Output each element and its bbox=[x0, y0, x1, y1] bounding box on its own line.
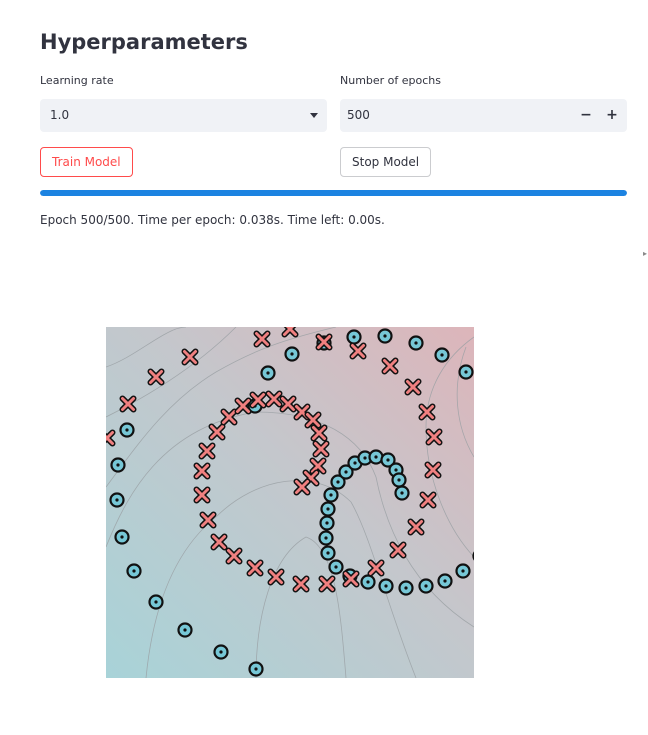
scatter-point-x bbox=[210, 533, 228, 551]
learning-rate-label: Learning rate bbox=[40, 74, 114, 87]
decision-boundary-plot bbox=[106, 327, 474, 678]
scatter-point-o bbox=[346, 329, 362, 345]
scatter-point-x bbox=[208, 423, 226, 441]
increment-button[interactable]: + bbox=[599, 99, 625, 132]
decrement-button[interactable]: − bbox=[573, 99, 599, 132]
scatter-point-o bbox=[434, 347, 450, 363]
scatter-point-o bbox=[323, 487, 339, 503]
scatter-point-x bbox=[193, 486, 211, 504]
scatter-point-x bbox=[199, 511, 217, 529]
scatter-point-x bbox=[265, 390, 283, 408]
scatter-point-o bbox=[437, 573, 453, 589]
epochs-label: Number of epochs bbox=[340, 74, 442, 87]
scatter-point-o bbox=[455, 563, 471, 579]
status-text: Epoch 500/500. Time per epoch: 0.038s. T… bbox=[40, 213, 385, 227]
epochs-number-input[interactable]: 500 − + bbox=[340, 99, 627, 132]
scatter-point-x bbox=[310, 424, 328, 442]
scatter-point-o bbox=[320, 545, 336, 561]
scatter-point-x bbox=[253, 330, 271, 348]
train-model-button[interactable]: Train Model bbox=[40, 147, 133, 177]
scatter-point-x bbox=[367, 559, 385, 577]
scatter-point-o bbox=[328, 559, 344, 575]
scatter-point-o bbox=[318, 530, 334, 546]
scatter-point-x bbox=[119, 395, 137, 413]
scatter-point-x bbox=[418, 403, 436, 421]
scatter-point-o bbox=[119, 422, 135, 438]
scatter-point-o bbox=[126, 563, 142, 579]
page-title: Hyperparameters bbox=[40, 30, 248, 54]
scatter-point-x bbox=[225, 547, 243, 565]
scatter-point-x bbox=[424, 461, 442, 479]
scatter-point-x bbox=[312, 440, 330, 458]
scatter-point-x bbox=[318, 575, 336, 593]
scatter-point-o bbox=[109, 492, 125, 508]
scatter-point-x bbox=[315, 333, 333, 351]
learning-rate-select[interactable]: 1.0 bbox=[40, 99, 327, 132]
scatter-point-x bbox=[342, 570, 360, 588]
scatter-point-x bbox=[220, 408, 238, 426]
scatter-point-o bbox=[177, 622, 193, 638]
scatter-point-x bbox=[249, 391, 267, 409]
resize-handle-icon: ▸ bbox=[643, 249, 648, 258]
learning-rate-value: 1.0 bbox=[50, 108, 70, 122]
stop-model-button[interactable]: Stop Model bbox=[340, 147, 432, 177]
scatter-point-x bbox=[425, 428, 443, 446]
scatter-point-o bbox=[360, 574, 376, 590]
scatter-point-o bbox=[394, 485, 410, 501]
scatter-point-o bbox=[148, 594, 164, 610]
scatter-point-o bbox=[368, 449, 384, 465]
epochs-value[interactable]: 500 bbox=[347, 108, 370, 122]
scatter-point-x bbox=[198, 442, 216, 460]
scatter-point-x bbox=[193, 462, 211, 480]
scatter-point-x bbox=[304, 411, 322, 429]
scatter-point-o bbox=[248, 661, 264, 677]
scatter-point-o bbox=[398, 580, 414, 596]
scatter-point-x bbox=[292, 575, 310, 593]
scatter-point-x bbox=[181, 348, 199, 366]
scatter-point-x bbox=[267, 568, 285, 586]
progress-bar bbox=[40, 190, 627, 196]
scatter-point-x bbox=[381, 357, 399, 375]
scatter-point-o bbox=[418, 578, 434, 594]
scatter-point-x bbox=[309, 457, 327, 475]
scatter-point-x bbox=[349, 342, 367, 360]
scatter-point-x bbox=[293, 478, 311, 496]
scatter-point-o bbox=[408, 335, 424, 351]
scatter-point-o bbox=[320, 501, 336, 517]
scatter-point-x bbox=[407, 518, 425, 536]
scatter-point-o bbox=[110, 457, 126, 473]
scatter-point-o bbox=[391, 472, 407, 488]
scatter-point-o bbox=[114, 529, 130, 545]
scatter-point-x bbox=[279, 395, 297, 413]
scatter-point-x bbox=[389, 541, 407, 559]
scatter-point-o bbox=[458, 364, 474, 380]
chevron-down-icon[interactable] bbox=[310, 113, 318, 118]
scatter-point-o bbox=[284, 346, 300, 362]
scatter-point-o bbox=[213, 644, 229, 660]
scatter-point-x bbox=[404, 378, 422, 396]
progress-bar-fill bbox=[40, 190, 627, 196]
scatter-point-o bbox=[319, 515, 335, 531]
scatter-point-x bbox=[419, 491, 437, 509]
scatter-point-x bbox=[246, 559, 264, 577]
scatter-point-o bbox=[260, 365, 276, 381]
scatter-point-x bbox=[147, 368, 165, 386]
scatter-point-o bbox=[377, 328, 393, 344]
scatter-point-o bbox=[378, 578, 394, 594]
scatter-point-x bbox=[234, 397, 252, 415]
